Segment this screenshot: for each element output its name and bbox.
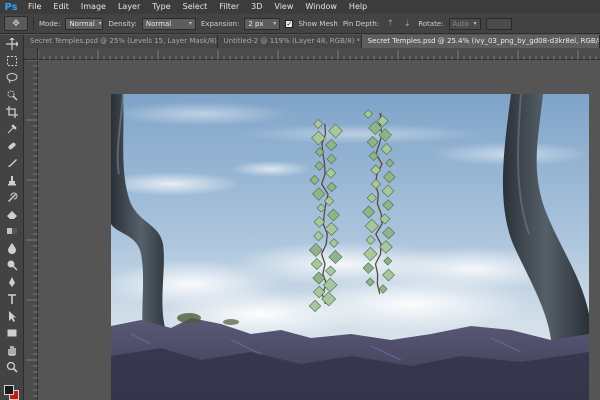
document-tab[interactable]: Untitled-2 @ 119% (Layer 48, RGB/8) *× [217,35,362,48]
puppet-warp-icon[interactable]: ✥ [4,16,28,31]
clone-stamp-icon [8,175,16,185]
mode-label: Mode: [39,19,61,28]
mode-value: Normal [69,19,95,28]
marquee-tool[interactable] [0,52,24,69]
move-icon [6,37,18,50]
crop-icon [6,105,18,118]
brush-tool[interactable] [0,154,24,171]
menu-bar: Ps File Edit Image Layer Type Select Filter 3D V… [0,0,600,14]
density-select[interactable]: Normal ▾ [141,17,196,30]
pin-depth-label: Pin Depth: [342,19,380,28]
eyedropper-tool[interactable] [0,120,24,137]
dodge-tool[interactable] [0,256,24,273]
menu-select[interactable]: Select [177,0,214,14]
density-label: Density: [108,19,137,28]
crop-tool[interactable] [0,103,24,120]
pen-tool[interactable] [0,273,24,290]
foreground-color-swatch[interactable] [4,385,14,395]
options-bar: ✥ Mode: Normal ▾ Density: Normal ▾ Expansi… [0,14,600,34]
rotate-angle-input[interactable] [485,17,512,30]
menu-layer[interactable]: Layer [112,0,146,14]
menu-view[interactable]: View [268,0,299,14]
path-select-tool[interactable] [0,307,24,324]
quick-select-icon [7,90,18,101]
history-brush-icon [8,192,18,202]
expansion-label: Expansion: [200,19,240,28]
rotate-select[interactable]: Auto ▾ [448,17,481,30]
pin-backward-icon[interactable]: ⇣ [401,18,413,30]
dodge-icon [7,260,18,271]
document-tab[interactable]: Secret Temples.psd @ 25% (Levels 15, Lay… [24,35,218,48]
options-separator [33,16,34,31]
horizontal-ruler[interactable] [37,48,600,60]
zoom-tool[interactable] [0,358,24,375]
brush-icon [8,158,17,167]
rectangle-tool[interactable] [0,324,24,341]
expansion-input[interactable]: 2 px ▾ [244,17,281,30]
pen-icon [9,276,15,287]
hand-icon [8,345,16,356]
spot-heal-tool[interactable] [0,137,24,154]
eyedropper-icon [7,123,17,133]
chevron-down-icon: ▾ [98,19,102,27]
document-tab-label: Secret Temples.psd @ 25% (Levels 15, Lay… [30,37,218,45]
gradient-tool[interactable] [0,222,24,239]
type-tool[interactable] [0,290,24,307]
color-swatches[interactable] [4,385,20,400]
type-icon [8,293,16,304]
menu-filter[interactable]: Filter [213,0,245,14]
clone-stamp-tool[interactable] [0,171,24,188]
document-tab-bar: Secret Temples.psd @ 25% (Levels 15, Lay… [24,35,600,48]
eraser-icon [7,210,17,219]
blur-icon [8,242,16,254]
menu-help[interactable]: Help [343,0,373,14]
eraser-tool[interactable] [0,205,24,222]
zoom-icon [6,361,18,373]
history-brush-tool[interactable] [0,188,24,205]
show-mesh-checkbox[interactable]: ✓ [285,19,294,28]
menu-file[interactable]: File [22,0,47,14]
photoshop-logo: Ps [4,1,18,13]
move-tool[interactable] [0,35,24,52]
path-select-icon [9,310,16,322]
ruler-origin[interactable] [24,48,38,60]
document-canvas[interactable] [111,94,589,400]
chevron-down-icon: ▾ [188,19,192,27]
pin-forward-icon[interactable]: ⇡ [384,18,396,30]
hand-tool[interactable] [0,341,24,358]
document-tab-label: Untitled-2 @ 119% (Layer 48, RGB/8) * [223,37,361,45]
menu-window[interactable]: Window [299,0,343,14]
lasso-tool[interactable] [0,69,24,86]
document-tab[interactable]: Secret Temples.psd @ 25.4% (ivy_03_png_b… [361,35,600,48]
chevron-down-icon: ▾ [473,19,477,27]
gradient-icon [7,227,17,234]
rotate-label: Rotate: [418,19,444,28]
menu-3d[interactable]: 3D [245,0,268,14]
quick-select-tool[interactable] [0,86,24,103]
lasso-icon [6,72,18,83]
document-tab-label: Secret Temples.psd @ 25.4% (ivy_03_png_b… [367,37,600,45]
show-mesh-label: Show Mesh [298,19,338,28]
menu-edit[interactable]: Edit [47,0,75,14]
vertical-ruler[interactable] [24,59,38,400]
menu-image[interactable]: Image [75,0,112,14]
mode-select[interactable]: Normal ▾ [65,17,104,30]
spot-heal-icon [8,142,16,149]
expansion-value: 2 px [248,19,264,28]
rotate-value: Auto [452,19,469,28]
toolbox [0,35,24,400]
blur-tool[interactable] [0,239,24,256]
density-value: Normal [145,19,172,28]
marquee-icon [7,55,17,66]
menu-type[interactable]: Type [146,0,176,14]
rectangle-icon [7,329,17,336]
chevron-down-icon: ▾ [273,19,277,27]
